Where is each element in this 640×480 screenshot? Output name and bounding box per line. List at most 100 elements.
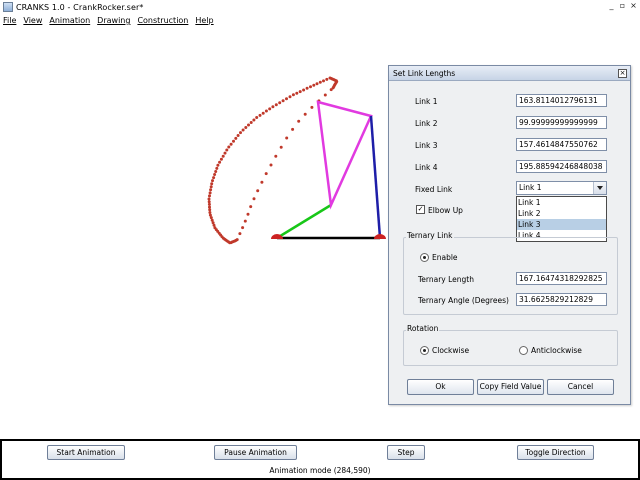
- chevron-down-icon[interactable]: [593, 182, 606, 194]
- trace-dot: [214, 170, 218, 173]
- trace-dot: [209, 185, 213, 189]
- window-controls: _ ▫ ×: [607, 1, 638, 11]
- dialog-title: Set Link Lengths: [389, 66, 630, 81]
- menu-bar: File View Animation Drawing Construction…: [0, 14, 640, 27]
- trace-dot: [210, 182, 214, 186]
- trace-dot: [318, 80, 322, 84]
- trace-dot: [271, 105, 275, 109]
- trace-dot: [274, 103, 278, 107]
- dialog-close-icon[interactable]: ×: [618, 69, 627, 78]
- cranks-app-window: CRANKS 1.0 - CrankRocker.ser* _ ▫ × File…: [0, 0, 640, 480]
- ok-button[interactable]: Ok: [407, 379, 474, 395]
- trace-dot: [229, 142, 233, 146]
- trace-dot: [291, 93, 295, 97]
- trace-dot: [208, 211, 212, 214]
- trace-dot: [302, 88, 306, 92]
- close-icon[interactable]: ×: [629, 1, 638, 11]
- dropdown-option-highlighted[interactable]: Link 3: [517, 219, 606, 230]
- link1-field[interactable]: 163.8114012796131: [516, 94, 607, 107]
- trace-dot: [295, 91, 299, 95]
- trace-dot: [223, 151, 227, 155]
- trace-dot: [239, 131, 242, 135]
- ternary-angle-field[interactable]: 31.6625829212829: [516, 293, 607, 306]
- trace-dot: [225, 148, 229, 152]
- trace-dot: [207, 200, 211, 204]
- menu-file[interactable]: File: [3, 16, 16, 25]
- trace-dot: [297, 119, 301, 123]
- trace-dot: [208, 194, 211, 198]
- trace-dot: [247, 123, 250, 127]
- ternary-angle-label: Ternary Angle (Degrees): [418, 296, 509, 305]
- trace-dot: [278, 101, 282, 105]
- crank-link: [276, 203, 332, 240]
- step-button[interactable]: Step: [387, 445, 425, 460]
- title-bar: CRANKS 1.0 - CrankRocker.ser* _ ▫ ×: [0, 0, 640, 14]
- trace-dot: [249, 205, 253, 209]
- trace-dot: [208, 191, 212, 195]
- link4-field[interactable]: 195.88594246848038: [516, 160, 607, 173]
- trace-dot: [268, 107, 272, 111]
- trace-dot: [212, 176, 216, 180]
- dropdown-option[interactable]: Link 2: [517, 208, 606, 219]
- trace-dot: [264, 109, 268, 113]
- menu-animation[interactable]: Animation: [49, 16, 90, 25]
- link2-field[interactable]: 99.99999999999999: [516, 116, 607, 129]
- status-text: Animation mode (284,590): [269, 466, 371, 475]
- start-animation-button[interactable]: Start Animation: [47, 445, 125, 460]
- trace-dot: [207, 197, 211, 201]
- trace-dot: [208, 208, 212, 212]
- trace-dot: [241, 226, 245, 230]
- elbow-up-checkbox[interactable]: ✓: [416, 205, 425, 214]
- link1-label: Link 1: [415, 97, 438, 106]
- dropdown-option[interactable]: Link 1: [517, 197, 606, 208]
- ternary-length-field[interactable]: 167.16474318292825: [516, 272, 607, 285]
- menu-drawing[interactable]: Drawing: [97, 16, 130, 25]
- trace-dot: [234, 136, 238, 140]
- menu-view[interactable]: View: [23, 16, 42, 25]
- ternary-enable-label: Enable: [432, 253, 458, 262]
- maximize-icon[interactable]: ▫: [618, 1, 627, 11]
- trace-dot: [288, 95, 292, 99]
- trace-dot: [256, 189, 260, 193]
- trace-dot: [213, 173, 217, 176]
- trace-dot: [274, 154, 278, 158]
- clockwise-label: Clockwise: [432, 346, 470, 355]
- menu-help[interactable]: Help: [195, 16, 213, 25]
- toggle-direction-button[interactable]: Toggle Direction: [517, 445, 594, 460]
- ternary-enable-radio[interactable]: [420, 253, 429, 262]
- trace-dot: [232, 139, 235, 143]
- fixed-link-selected-value: Link 1: [519, 183, 542, 192]
- fixed-link-select[interactable]: Link 1: [516, 181, 607, 195]
- trace-dot: [305, 86, 309, 90]
- trace-dot: [329, 77, 333, 80]
- trace-dot: [241, 128, 245, 132]
- app-icon: [3, 2, 13, 12]
- trace-dot: [322, 79, 325, 83]
- trace-dot: [261, 111, 265, 115]
- trace-dot: [309, 85, 312, 89]
- rocker-link: [369, 115, 382, 239]
- trace-dot: [236, 134, 240, 137]
- trace-dot: [215, 166, 219, 170]
- minimize-icon[interactable]: _: [607, 1, 616, 11]
- link3-field[interactable]: 157.4614847550762: [516, 138, 607, 151]
- trace-dot: [291, 127, 295, 131]
- anticlockwise-radio[interactable]: [519, 346, 528, 355]
- pause-animation-button[interactable]: Pause Animation: [214, 445, 297, 460]
- trace-dot: [243, 219, 247, 223]
- trace-dot: [208, 205, 211, 209]
- copy-field-value-button[interactable]: Copy Field Value: [477, 379, 544, 395]
- animation-control-panel: Start Animation Pause Animation Step Tog…: [0, 439, 640, 480]
- menu-construction[interactable]: Construction: [137, 16, 188, 25]
- rotation-group-title: Rotation: [406, 324, 440, 333]
- fixed-link-label: Fixed Link: [415, 185, 453, 194]
- trace-dot: [221, 154, 225, 158]
- link3-label: Link 3: [415, 141, 438, 150]
- trace-dot: [303, 112, 307, 116]
- trace-dot: [218, 160, 222, 164]
- trace-dot: [207, 202, 211, 206]
- fixed-link-dropdown: Link 1 Link 2 Link 3 Link 4: [516, 196, 607, 242]
- cancel-button[interactable]: Cancel: [547, 379, 614, 395]
- clockwise-radio[interactable]: [420, 346, 429, 355]
- trace-dot: [323, 93, 327, 97]
